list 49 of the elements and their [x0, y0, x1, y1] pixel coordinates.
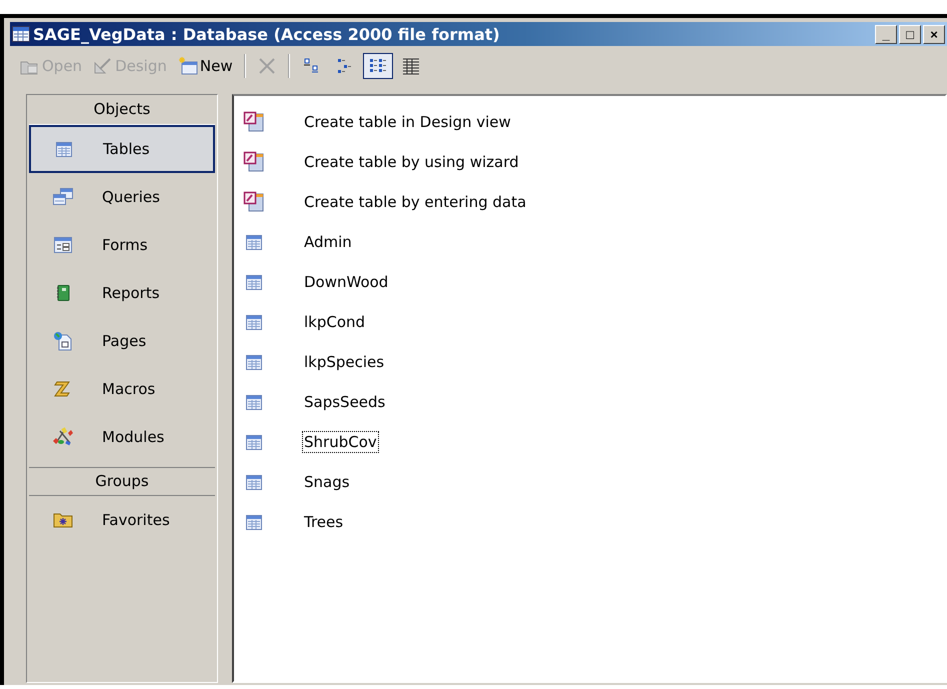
wizard-icon [243, 111, 265, 133]
table-icon [246, 474, 262, 490]
table-window-icon [12, 26, 30, 42]
table-icon [56, 142, 72, 156]
object-list-item[interactable]: ShrubCov [240, 422, 945, 462]
object-list-item[interactable]: Admin [240, 222, 945, 262]
object-list-item[interactable]: lkpCond [240, 302, 945, 342]
wizard-icon [243, 151, 265, 173]
close-button[interactable]: × [923, 24, 945, 44]
stacked-tables-icon [53, 188, 73, 206]
table-icon [246, 274, 262, 290]
object-list-item[interactable]: lkpSpecies [240, 342, 945, 382]
globe-page-icon [53, 331, 73, 351]
modules-icon [52, 427, 74, 447]
triangle-ruler-icon [93, 57, 114, 75]
objects-bar-item[interactable]: Pages [29, 317, 215, 365]
object-list-item[interactable]: Create table in Design view [240, 102, 945, 142]
window-title: SAGE_VegData : Database (Access 2000 file format) [33, 24, 500, 44]
objects-bar-item[interactable]: Tables [29, 125, 215, 173]
report-book-icon [56, 285, 70, 301]
object-list-item[interactable]: Snags [240, 462, 945, 502]
groups-heading[interactable]: Groups [29, 467, 215, 496]
object-list-item[interactable]: SapsSeeds [240, 382, 945, 422]
objects-bar-item[interactable]: Reports [29, 269, 215, 317]
table-icon [246, 314, 262, 330]
new-table-icon [178, 57, 198, 75]
new-button[interactable]: New [174, 54, 237, 78]
object-list-item[interactable]: DownWood [240, 262, 945, 302]
table-icon [246, 234, 262, 250]
table-icon [246, 394, 262, 410]
form-icon [54, 237, 72, 253]
maximize-button[interactable]: □ [899, 24, 921, 44]
wizard-icon [243, 191, 265, 213]
table-icon [246, 354, 262, 370]
scroll-icon [54, 381, 72, 397]
object-list-item[interactable]: Trees [240, 502, 945, 542]
minimize-button[interactable]: _ [875, 24, 897, 44]
table-icon [246, 514, 262, 530]
objects-bar-item[interactable]: Modules [29, 413, 215, 461]
object-list-item[interactable]: Create table by entering data [240, 182, 945, 222]
list-view-button[interactable] [362, 53, 393, 79]
star-folder-icon [53, 512, 73, 528]
groups-bar-item[interactable]: Favorites [29, 496, 215, 544]
delete-icon [256, 56, 277, 76]
objects-bar-item[interactable]: Queries [29, 173, 215, 221]
table-icon [246, 434, 262, 450]
objects-bar-item[interactable]: Forms [29, 221, 215, 269]
object-list-item[interactable]: Create table by using wizard [240, 142, 945, 182]
objects-bar-item[interactable]: Macros [29, 365, 215, 413]
